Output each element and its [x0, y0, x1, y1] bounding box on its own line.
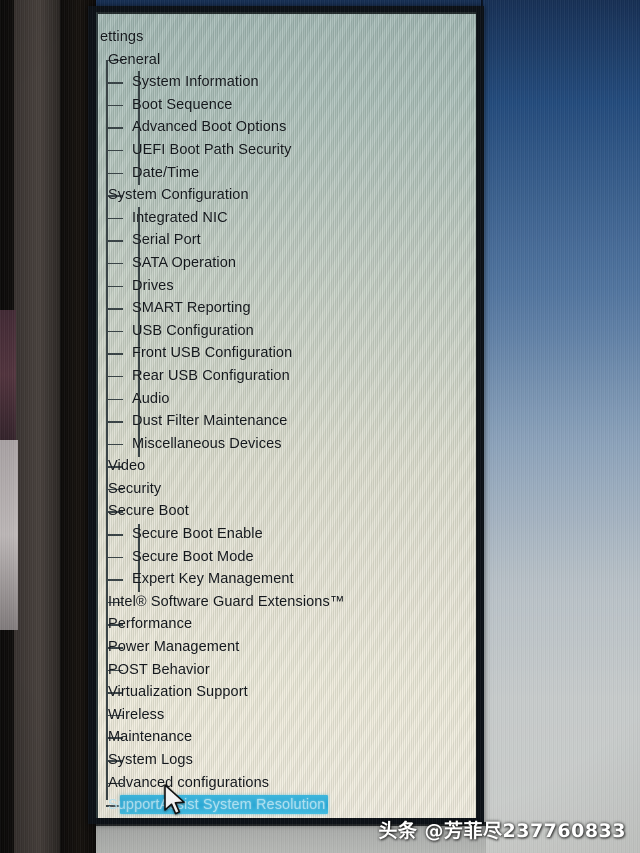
tree-item-secure-boot[interactable]: Secure Boot — [98, 500, 476, 523]
tree-item-label: Boot Sequence — [132, 96, 233, 113]
screen-glare — [480, 0, 640, 853]
tree-item-label: General — [108, 51, 161, 68]
tree-item-post-behavior[interactable]: POST Behavior — [98, 659, 476, 682]
tree-connector — [106, 104, 123, 107]
background-patch-lower — [0, 440, 18, 630]
tree-item-label: Secure Boot Mode — [132, 548, 254, 565]
tree-item-label: Virtualization Support — [108, 684, 248, 701]
tree-connector — [106, 217, 123, 220]
tree-item-label: Advanced configurations — [108, 774, 270, 791]
tree-item-secure-boot-mode[interactable]: Secure Boot Mode — [98, 546, 476, 569]
tree-item-secure-boot-enable[interactable]: Secure Boot Enable — [98, 523, 476, 546]
tree-connector — [106, 579, 123, 581]
tree-item-integrated-nic[interactable]: Integrated NIC — [98, 207, 476, 230]
tree-connector — [106, 556, 123, 559]
tree-item-advanced-configurations[interactable]: Advanced configurations — [98, 772, 476, 795]
tree-item-label: Maintenance — [108, 729, 193, 746]
tree-item-audio[interactable]: Audio — [98, 388, 476, 411]
tree-item-label: SMART Reporting — [132, 300, 251, 317]
tree-item-label: Miscellaneous Devices — [132, 435, 282, 452]
tree-item-label: Wireless — [108, 706, 165, 723]
watermark: 头条 @芳菲尽237760833 — [378, 820, 626, 842]
tree-connector — [106, 443, 123, 446]
tree-item-general[interactable]: General — [98, 49, 476, 72]
tree-item-dust-filter-maintenance[interactable]: Dust Filter Maintenance — [98, 410, 476, 433]
bios-settings-panel: ettings General System Information Boot … — [96, 12, 476, 818]
tree-connector — [106, 172, 123, 175]
tree-item-label: Rear USB Configuration — [132, 367, 290, 384]
tree-item-label: System Information — [132, 74, 259, 91]
tree-item-uefi-boot-path-security[interactable]: UEFI Boot Path Security — [98, 139, 476, 162]
tree-item-system-configuration[interactable]: System Configuration — [98, 184, 476, 207]
tree-item-performance[interactable]: Performance — [98, 613, 476, 636]
tree-item-label: Secure Boot Enable — [132, 526, 263, 543]
tree-connector — [106, 330, 123, 333]
tree-connector — [106, 149, 123, 152]
tree-connector — [106, 262, 123, 265]
tree-item-boot-sequence[interactable]: Boot Sequence — [98, 94, 476, 117]
tree-item-label: Power Management — [108, 639, 240, 656]
tree-item-intel-sgx[interactable]: Intel® Software Guard Extensions™ — [98, 591, 476, 614]
tree-item-label: Video — [108, 458, 146, 475]
tree-item-label: System Logs — [108, 752, 193, 768]
tree-item-smart-reporting[interactable]: SMART Reporting — [98, 297, 476, 320]
tree-item-label: USB Configuration — [132, 322, 254, 339]
tree-connector — [106, 398, 123, 400]
tree-item-supportassist-system-resolution[interactable]: SupportAssist System Resolution — [98, 794, 476, 817]
tree-item-sata-operation[interactable]: SATA Operation — [98, 252, 476, 275]
page-title: ettings — [98, 26, 476, 49]
tree-item-expert-key-management[interactable]: Expert Key Management — [98, 568, 476, 591]
tree-item-label: Secure Boot — [108, 503, 189, 520]
tree-item-label: Intel® Software Guard Extensions™ — [108, 593, 345, 610]
tree-item-label: Expert Key Management — [132, 571, 294, 588]
tree-item-label: Drives — [132, 277, 174, 294]
tree-item-label: Dust Filter Maintenance — [132, 413, 288, 430]
tree-item-front-usb-configuration[interactable]: Front USB Configuration — [98, 342, 476, 365]
tree-item-label: Audio — [132, 390, 170, 407]
tree-item-miscellaneous-devices[interactable]: Miscellaneous Devices — [98, 433, 476, 456]
tree-item-label: POST Behavior — [108, 661, 210, 678]
tree-item-virtualization-support[interactable]: Virtualization Support — [98, 681, 476, 704]
tree-item-label: Date/Time — [132, 164, 200, 181]
tree-item-system-information[interactable]: System Information — [98, 71, 476, 94]
tree-connector — [106, 285, 123, 288]
tree-item-advanced-boot-options[interactable]: Advanced Boot Options — [98, 116, 476, 139]
tree-item-label: SupportAssist System Resolution — [108, 797, 326, 814]
tree-connector — [106, 82, 123, 84]
tree-item-label: System Configuration — [108, 187, 249, 204]
tree-item-label: SATA Operation — [132, 254, 237, 271]
monitor-bezel-left-inner — [14, 0, 60, 853]
settings-tree[interactable]: ettings General System Information Boot … — [98, 14, 476, 817]
tree-item-date-time[interactable]: Date/Time — [98, 162, 476, 185]
tree-item-label: UEFI Boot Path Security — [132, 141, 292, 158]
tree-item-system-logs[interactable]: System Logs — [98, 749, 476, 772]
tree-connector — [106, 308, 123, 310]
tree-item-power-management[interactable]: Power Management — [98, 636, 476, 659]
tree-item-label: Front USB Configuration — [132, 345, 293, 362]
tree-item-usb-configuration[interactable]: USB Configuration — [98, 320, 476, 343]
tree-connector — [106, 421, 123, 423]
tree-item-label: Performance — [108, 616, 193, 633]
page-title-label: ettings — [100, 29, 144, 45]
tree-item-security[interactable]: Security — [98, 478, 476, 501]
tree-item-label: Serial Port — [132, 232, 201, 249]
tree-item-video[interactable]: Video — [98, 455, 476, 478]
tree-connector — [106, 240, 123, 242]
tree-item-label: Security — [108, 480, 162, 497]
tree-item-label: Advanced Boot Options — [132, 119, 287, 136]
tree-item-maintenance[interactable]: Maintenance — [98, 726, 476, 749]
tree-item-rear-usb-configuration[interactable]: Rear USB Configuration — [98, 365, 476, 388]
tree-connector — [106, 375, 123, 378]
tree-connector — [106, 353, 123, 355]
tree-item-wireless[interactable]: Wireless — [98, 704, 476, 727]
tree-item-serial-port[interactable]: Serial Port — [98, 229, 476, 252]
tree-item-label: Integrated NIC — [132, 209, 228, 226]
tree-connector — [106, 127, 123, 129]
tree-item-drives[interactable]: Drives — [98, 275, 476, 298]
background-patch-upper — [0, 310, 16, 440]
mouse-pointer-icon — [164, 784, 185, 815]
tree-connector — [106, 534, 123, 536]
